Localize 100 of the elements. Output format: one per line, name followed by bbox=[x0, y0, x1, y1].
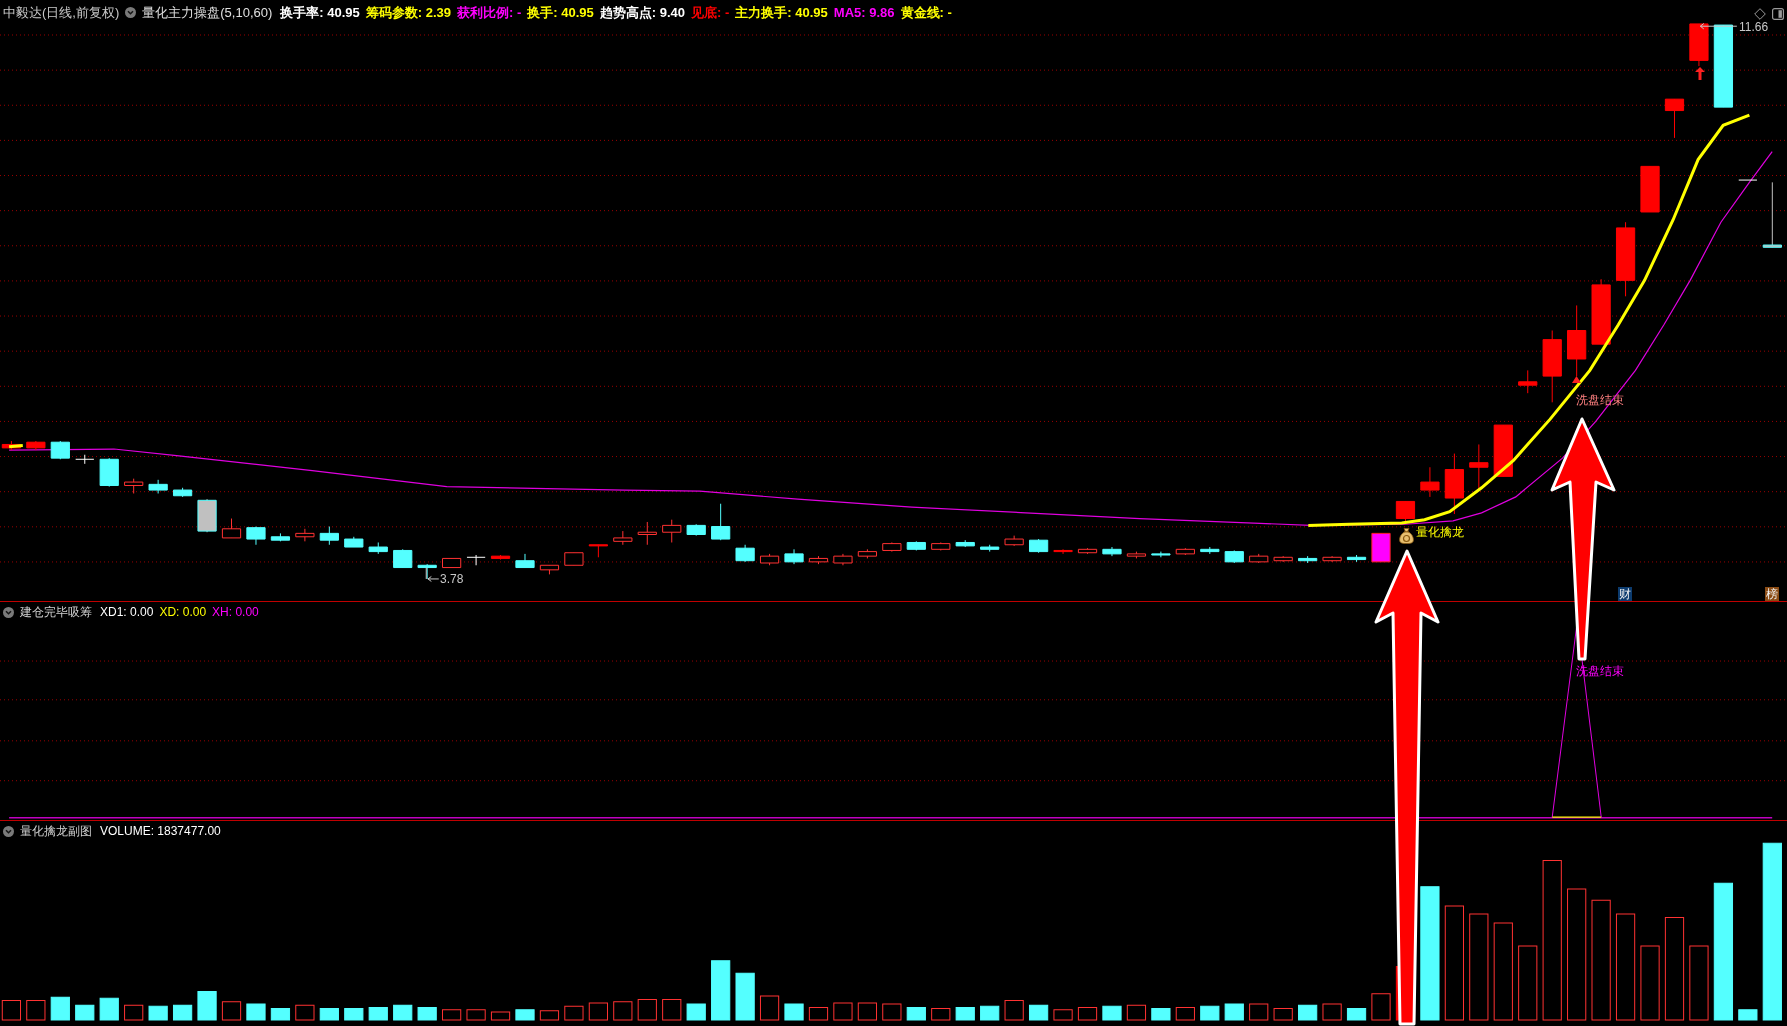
indicator-readout: 主力换手: 40.95 bbox=[735, 5, 828, 19]
candlestick bbox=[711, 503, 731, 541]
up-arrow-icon bbox=[1695, 67, 1705, 80]
candlestick bbox=[539, 564, 560, 575]
candlestick bbox=[466, 554, 486, 566]
candlestick bbox=[833, 553, 853, 566]
candlestick bbox=[637, 521, 657, 546]
indicator-name: 量化主力操盘(5,10,60) bbox=[142, 5, 273, 19]
candlestick bbox=[564, 552, 584, 566]
candlestick bbox=[417, 563, 437, 580]
candlestick bbox=[1346, 554, 1367, 563]
candlestick bbox=[246, 526, 266, 546]
candlestick bbox=[99, 457, 119, 488]
candlestick bbox=[588, 544, 608, 558]
candlestick bbox=[1298, 555, 1318, 564]
info-tag[interactable]: 财 bbox=[1618, 587, 1632, 601]
indicator-readout: 筹码参数: 2.39 bbox=[365, 5, 452, 19]
candlestick bbox=[686, 523, 706, 537]
info-tag[interactable]: 榜 bbox=[1765, 587, 1779, 601]
signal-label: 量化擒龙 bbox=[1416, 526, 1464, 538]
candlestick bbox=[613, 530, 633, 546]
candlestick bbox=[1640, 165, 1660, 213]
leader-line bbox=[1699, 23, 1738, 30]
candlestick bbox=[1762, 181, 1782, 248]
candlestick bbox=[1493, 424, 1513, 477]
candlestick bbox=[1102, 546, 1122, 557]
candlestick bbox=[515, 553, 535, 569]
candlestick bbox=[1200, 546, 1220, 555]
diamond-icon[interactable] bbox=[1754, 8, 1766, 20]
indicator-readout: MA5: 9.86 bbox=[833, 5, 895, 19]
indicator-readout: 见底: - bbox=[691, 5, 730, 19]
signal-label: 洗盘结束 bbox=[1576, 394, 1624, 406]
price-label: 3.78 bbox=[440, 573, 464, 585]
candlestick bbox=[1689, 23, 1709, 67]
up-arrow-icon bbox=[1572, 376, 1581, 383]
candlestick bbox=[344, 536, 364, 548]
candlestick bbox=[662, 519, 682, 543]
candlestick bbox=[270, 532, 291, 542]
candlestick bbox=[1249, 553, 1269, 564]
security-name: 中毅达(日线,前复权) bbox=[3, 5, 120, 19]
candlestick bbox=[882, 542, 902, 553]
candlestick bbox=[368, 542, 388, 555]
indicator-readout: 换手: 40.95 bbox=[527, 5, 594, 19]
candlestick bbox=[173, 487, 193, 498]
candlestick bbox=[50, 440, 70, 460]
candlestick bbox=[1126, 551, 1147, 559]
candlestick bbox=[442, 557, 462, 569]
indicator-readout: VOLUME: 1837477.00 bbox=[100, 825, 221, 837]
candlestick bbox=[784, 548, 804, 565]
candlestick bbox=[1420, 466, 1440, 498]
candlestick bbox=[75, 454, 95, 465]
candlestick bbox=[319, 526, 339, 546]
candlestick bbox=[1322, 555, 1342, 563]
collapse-icon[interactable] bbox=[3, 825, 14, 837]
indicator-readout: XH: 0.00 bbox=[212, 606, 259, 618]
candlestick bbox=[906, 540, 926, 551]
candlestick bbox=[857, 548, 877, 559]
candlestick bbox=[1029, 538, 1049, 554]
candlestick bbox=[735, 544, 755, 563]
candlestick bbox=[1077, 547, 1098, 555]
candlestick bbox=[1444, 453, 1464, 515]
indicator-readout: 黄金线: - bbox=[900, 5, 952, 19]
collapse-icon[interactable] bbox=[3, 606, 14, 618]
candlestick bbox=[1664, 98, 1685, 139]
candlestick bbox=[1273, 555, 1293, 563]
candlestick bbox=[490, 554, 511, 561]
signal-label: 洗盘结束 bbox=[1576, 665, 1624, 677]
candlestick bbox=[1518, 369, 1538, 394]
indicator-readout: 换手率: 40.95 bbox=[280, 5, 360, 19]
candlestick bbox=[1004, 535, 1024, 547]
candlestick bbox=[1395, 500, 1416, 524]
candlestick bbox=[1738, 179, 1758, 181]
indicator-readout: XD: 0.00 bbox=[159, 606, 207, 618]
collapse-icon[interactable] bbox=[125, 6, 137, 18]
candlestick bbox=[1224, 549, 1244, 564]
candlestick bbox=[295, 528, 315, 542]
candlestick bbox=[931, 542, 951, 551]
candlestick bbox=[1175, 547, 1195, 556]
candlestick bbox=[148, 479, 168, 494]
candlestick bbox=[759, 553, 780, 566]
candlestick bbox=[1371, 532, 1391, 563]
candlestick bbox=[955, 539, 975, 548]
leader-line bbox=[425, 567, 440, 582]
money-bag-icon bbox=[1399, 528, 1414, 544]
indicator-name: 建仓完毕吸筹 bbox=[20, 606, 92, 618]
candlestick bbox=[1, 440, 21, 451]
indicator-name: 量化擒龙副图 bbox=[20, 825, 92, 837]
candlestick bbox=[808, 555, 829, 565]
indicator-readout: 趋势高点: 9.40 bbox=[599, 5, 686, 19]
indicator-readout: 获利比例: - bbox=[457, 5, 522, 19]
candlestick bbox=[26, 440, 46, 451]
indicator-readout: XD1: 0.00 bbox=[100, 606, 154, 618]
candlestick bbox=[393, 548, 413, 569]
candlestick bbox=[1469, 443, 1489, 490]
candlestick bbox=[1591, 278, 1611, 345]
candlestick bbox=[221, 518, 242, 539]
price-label: 11.66 bbox=[1739, 21, 1769, 33]
candlestick bbox=[124, 478, 144, 494]
panel-toggle-icon[interactable] bbox=[1772, 8, 1784, 20]
candlestick bbox=[1053, 548, 1073, 555]
